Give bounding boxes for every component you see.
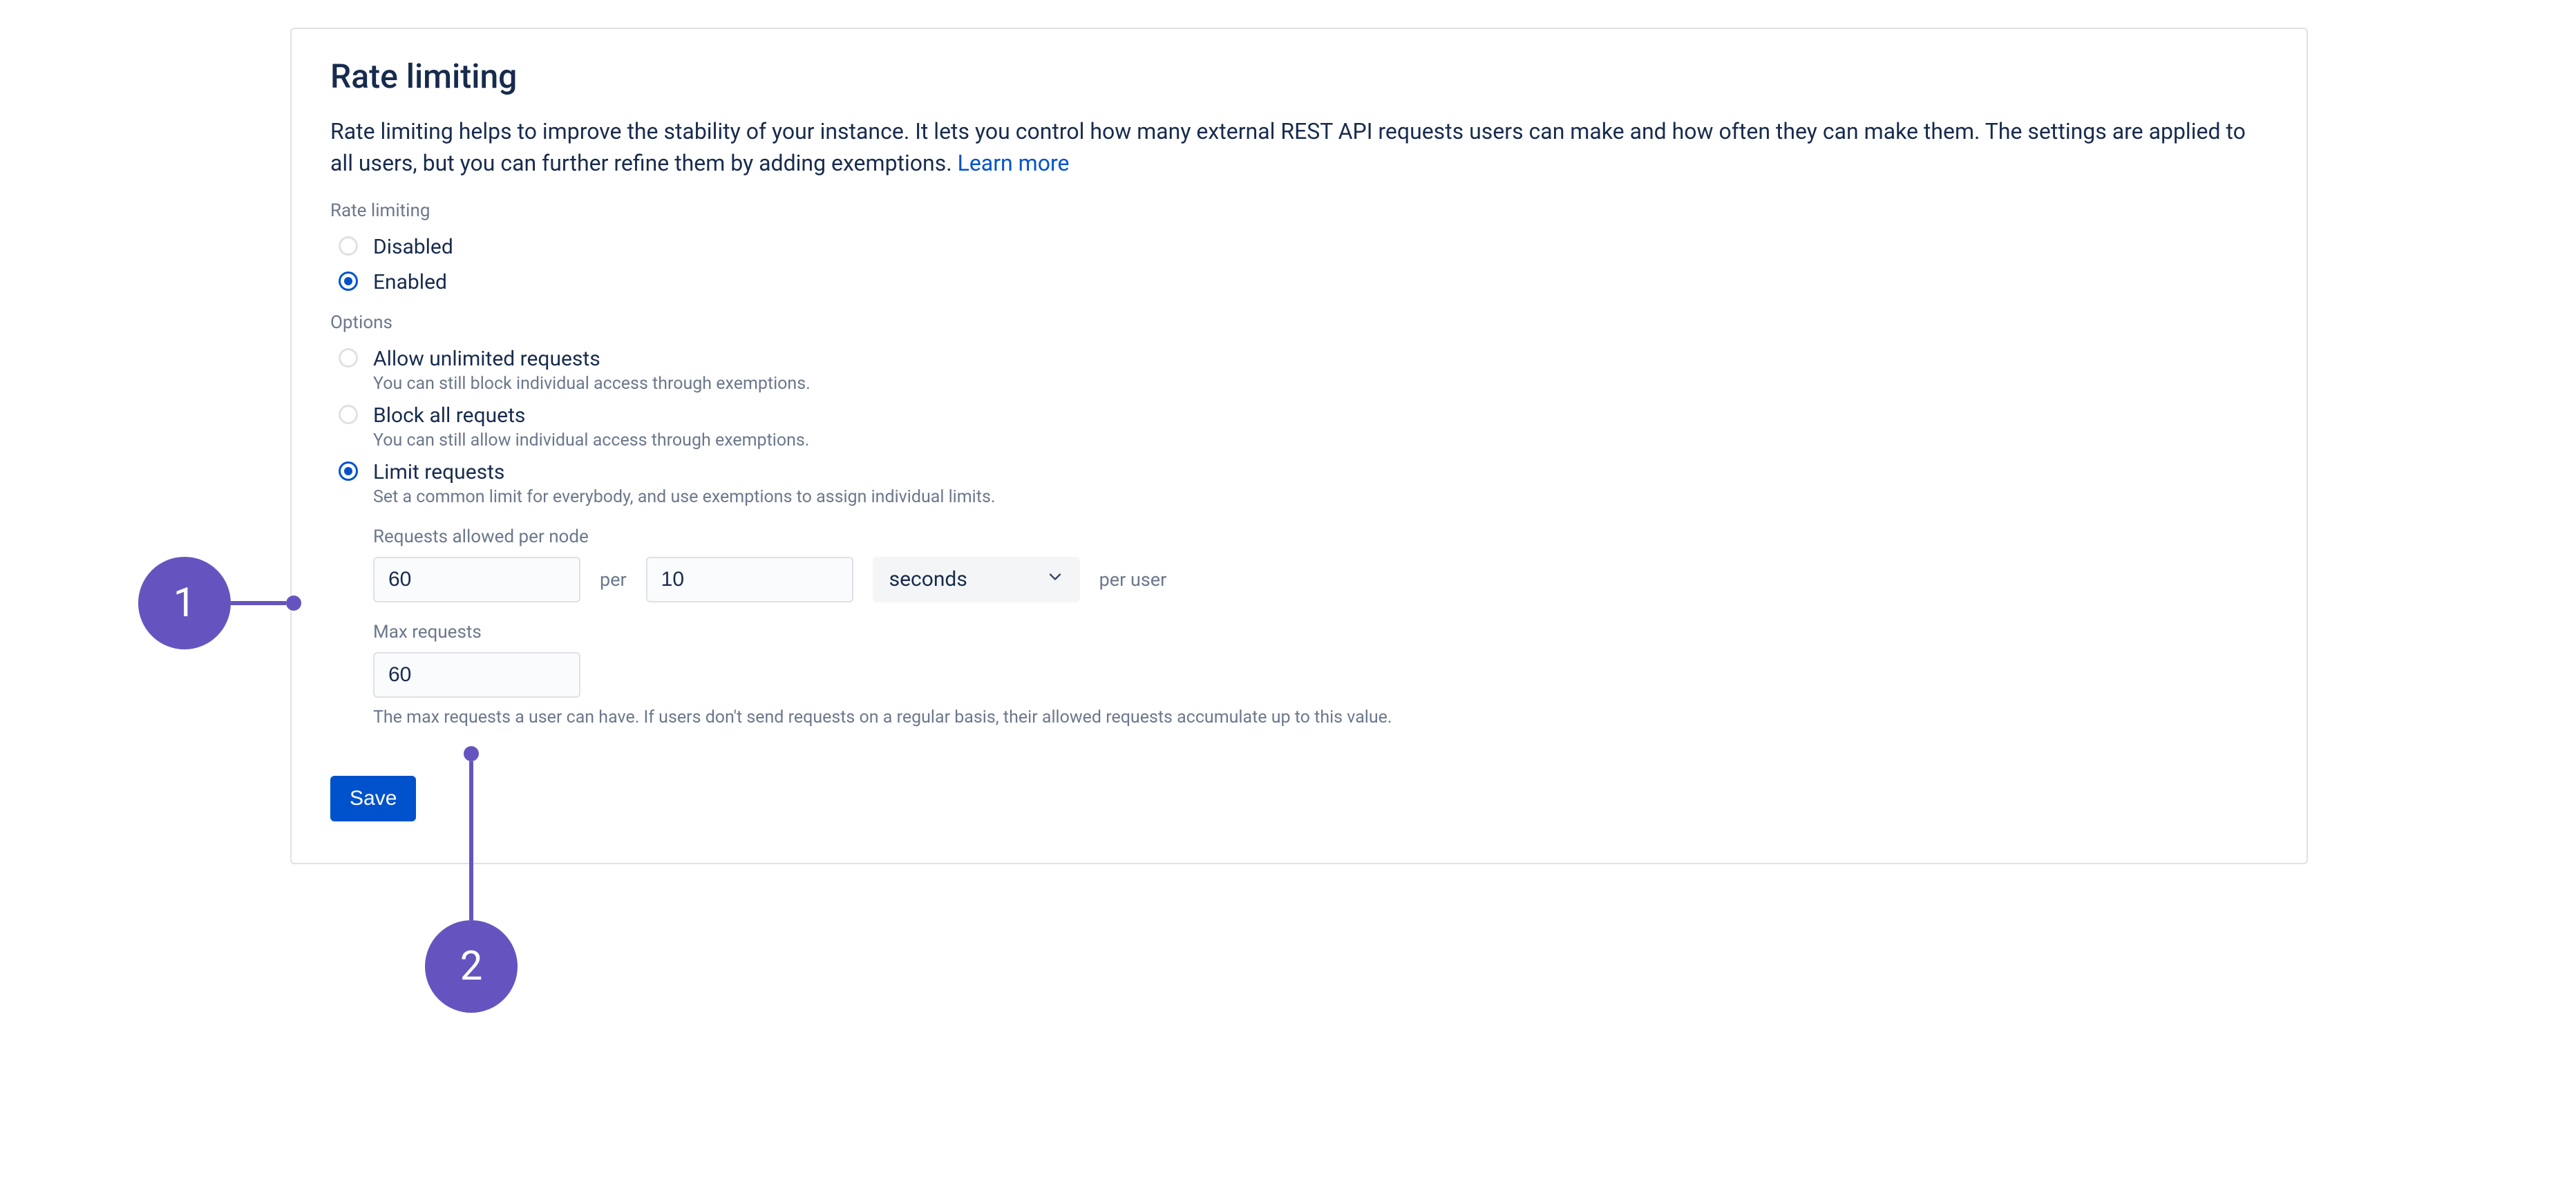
radio-row-disabled[interactable]: Disabled <box>330 234 2268 260</box>
time-unit-select[interactable]: seconds <box>873 557 1080 602</box>
annotation-connector-1 <box>231 601 286 605</box>
chevron-down-icon <box>1045 567 1065 592</box>
radio-label-block-all: Block all requets <box>373 402 809 429</box>
annotation-badge-1: 1 <box>138 557 231 649</box>
radio-enabled[interactable] <box>339 271 358 291</box>
radio-row-enabled[interactable]: Enabled <box>330 269 2268 296</box>
max-requests-label: Max requests <box>373 622 2268 642</box>
radio-row-limit[interactable]: Limit requests Set a common limit for ev… <box>330 459 2268 507</box>
radio-label-limit: Limit requests <box>373 459 995 486</box>
time-unit-value: seconds <box>889 567 967 591</box>
save-button[interactable]: Save <box>330 776 416 821</box>
options-radio-group: Allow unlimited requests You can still b… <box>330 345 2268 507</box>
radio-block-all[interactable] <box>339 405 358 424</box>
annotation-callout-1: 1 <box>138 557 301 649</box>
annotation-badge-2: 2 <box>425 920 518 1013</box>
radio-row-block-all[interactable]: Block all requets You can still allow in… <box>330 402 2268 450</box>
max-requests-help: The max requests a user can have. If use… <box>373 707 2268 727</box>
requests-allowed-label: Requests allowed per node <box>373 526 2268 547</box>
per-text: per <box>600 569 627 591</box>
radio-label-disabled: Disabled <box>373 234 453 260</box>
max-requests-block: Max requests The max requests a user can… <box>373 622 2268 727</box>
description-text: Rate limiting helps to improve the stabi… <box>330 115 2268 180</box>
radio-label-unlimited: Allow unlimited requests <box>373 345 811 372</box>
interval-input[interactable] <box>646 557 853 602</box>
learn-more-link[interactable]: Learn more <box>958 150 1070 176</box>
max-requests-row <box>373 652 2268 698</box>
requests-allowed-block: Requests allowed per node per seconds pe… <box>373 526 2268 602</box>
radio-label-enabled: Enabled <box>373 269 447 296</box>
per-user-text: per user <box>1099 569 1167 591</box>
section-label-options: Options <box>330 312 2268 333</box>
max-requests-input[interactable] <box>373 652 580 698</box>
section-label-rate-limiting: Rate limiting <box>330 200 2268 221</box>
radio-disabled[interactable] <box>339 236 358 256</box>
rate-limiting-panel: Rate limiting Rate limiting helps to imp… <box>290 28 2308 864</box>
radio-helper-unlimited: You can still block individual access th… <box>373 374 811 394</box>
radio-unlimited[interactable] <box>339 348 358 368</box>
status-radio-group: Disabled Enabled <box>330 234 2268 296</box>
description-body: Rate limiting helps to improve the stabi… <box>330 118 2246 176</box>
radio-limit[interactable] <box>339 461 358 481</box>
requests-count-input[interactable] <box>373 557 580 602</box>
radio-helper-limit: Set a common limit for everybody, and us… <box>373 487 995 507</box>
radio-helper-block-all: You can still allow individual access th… <box>373 430 809 450</box>
requests-allowed-row: per seconds per user <box>373 557 2268 602</box>
page-title: Rate limiting <box>330 57 2268 96</box>
radio-row-unlimited[interactable]: Allow unlimited requests You can still b… <box>330 345 2268 394</box>
